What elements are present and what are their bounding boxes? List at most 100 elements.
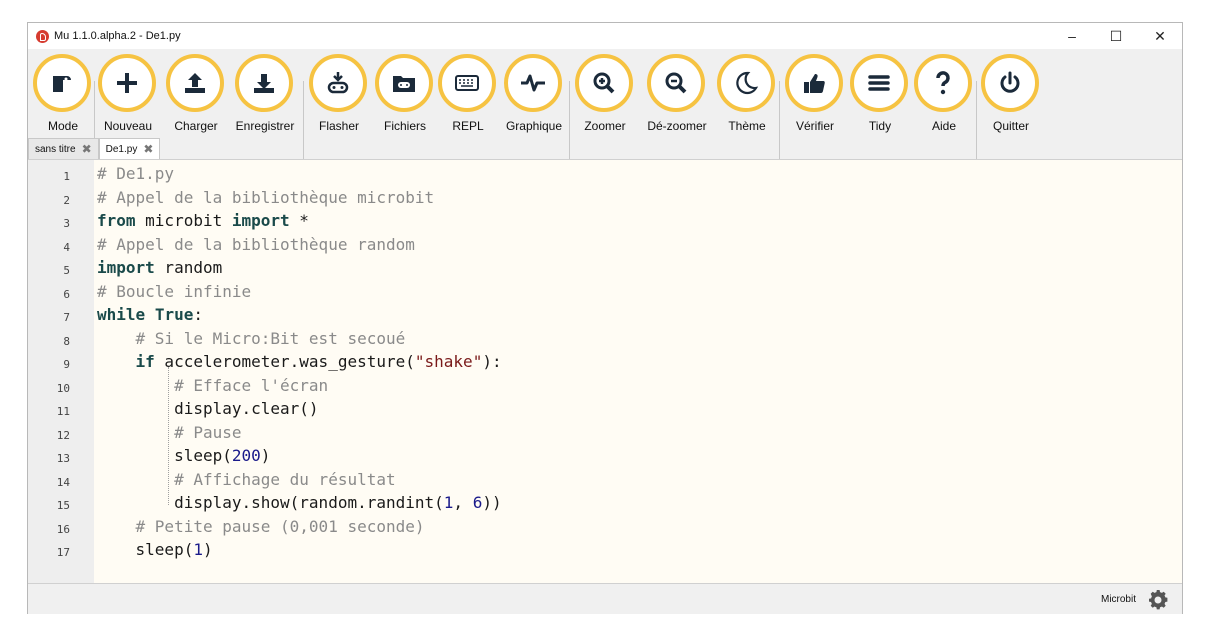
code-line[interactable]: 10 # Efface l'écran (28, 376, 1182, 399)
code-token: "shake" (414, 352, 483, 371)
files-icon (375, 54, 433, 112)
code-line[interactable]: 14 # Affichage du résultat (28, 470, 1182, 493)
code-text: sleep(1) (97, 540, 213, 559)
toolbar-separator (569, 81, 570, 161)
tab-bar: sans titre ✖ De1.py ✖ (28, 138, 161, 159)
code-token: random (154, 258, 223, 277)
code-text: if accelerometer.was_gesture("shake"): (97, 352, 502, 371)
close-window-button[interactable]: ✕ (1138, 23, 1182, 49)
toolbar-download-button[interactable]: Enregistrer (235, 52, 295, 142)
tab-label: sans titre (35, 143, 76, 155)
code-token: # Appel de la bibliothèque microbit (97, 187, 435, 207)
gear-icon[interactable] (1146, 588, 1170, 612)
toolbar-separator (303, 81, 304, 161)
line-number: 5 (63, 264, 70, 277)
line-number: 10 (56, 381, 70, 395)
code-text: # Appel de la bibliothèque random (97, 235, 415, 254)
line-number: 15 (56, 499, 70, 512)
window-title: Mu 1.1.0.alpha.2 - De1.py (54, 30, 181, 42)
status-bar: Microbit (28, 583, 1182, 614)
zoom-out-icon (647, 54, 705, 112)
code-token: 1 (443, 493, 454, 512)
line-number: 1 (63, 170, 70, 183)
code-text: # Petite pause (0,001 seconde) (97, 517, 425, 536)
code-line[interactable]: 17 sleep(1) (28, 540, 1182, 563)
code-text: sleep(200) (97, 446, 270, 465)
tidy-icon (850, 54, 908, 112)
code-line[interactable]: 15 display.show(random.randint(1, 6)) (28, 493, 1182, 516)
code-token: # Boucle infinie (97, 281, 252, 301)
code-line[interactable]: 2 # Appel de la bibliothèque microbit (28, 188, 1182, 211)
code-line[interactable]: 12 # Pause (28, 423, 1182, 446)
code-token: # Petite pause (0,001 seconde) (135, 516, 425, 536)
code-line[interactable]: 5 import random (28, 258, 1182, 281)
code-text: display.show(random.randint(1, 6)) (97, 493, 502, 512)
code-text: # Boucle infinie (97, 282, 251, 301)
code-text: # Affichage du résultat (97, 470, 396, 489)
line-number: 12 (56, 428, 70, 442)
code-token: )) (482, 493, 502, 512)
line-number: 13 (56, 452, 70, 465)
code-token: from (97, 211, 136, 230)
maximize-icon: ☐ (1109, 27, 1123, 44)
mu-app-icon (36, 29, 49, 43)
current-mode-label[interactable]: Microbit (1101, 594, 1136, 605)
line-number: 17 (56, 546, 70, 559)
code-token: , (453, 493, 473, 512)
code-line[interactable]: 1 # De1.py (28, 164, 1182, 187)
tab-label: De1.py (105, 143, 138, 155)
toolbar-power-button[interactable]: Quitter (981, 52, 1041, 142)
code-token: microbit (135, 211, 232, 230)
code-token: # Efface l'écran (174, 375, 329, 395)
toolbar-separator (976, 81, 977, 161)
code-text: # Si le Micro:Bit est secoué (97, 329, 406, 348)
code-line[interactable]: 9 if accelerometer.was_gesture("shake"): (28, 352, 1182, 375)
plus-icon (98, 54, 156, 112)
mu-editor-window: Mu 1.1.0.alpha.2 - De1.py – ☐ ✕ Mode Nouv… (27, 22, 1183, 614)
close-tab-icon[interactable]: ✖ (82, 142, 92, 156)
code-token: ) (260, 446, 271, 465)
thumbs-up-icon (785, 54, 843, 112)
help-icon (914, 54, 972, 112)
code-line[interactable]: 3 from microbit import * (28, 211, 1182, 234)
editor-tab[interactable]: sans titre ✖ (28, 138, 99, 159)
code-line[interactable]: 13 sleep(200) (28, 446, 1182, 469)
download-icon (235, 54, 293, 112)
code-token: : (193, 305, 203, 324)
code-line[interactable]: 8 # Si le Micro:Bit est secoué (28, 329, 1182, 352)
code-text: from microbit import * (97, 211, 309, 230)
code-token: # Pause (174, 422, 242, 442)
maximize-button[interactable]: ☐ (1094, 23, 1138, 49)
close-icon: ✕ (1154, 27, 1166, 44)
code-line[interactable]: 6 # Boucle infinie (28, 282, 1182, 305)
code-token: 1 (193, 540, 203, 559)
toolbar-zoom-in-button[interactable]: Zoomer (575, 52, 635, 142)
code-token: True (154, 305, 194, 324)
title-bar: Mu 1.1.0.alpha.2 - De1.py – ☐ ✕ (28, 23, 1182, 49)
line-number: 9 (63, 358, 70, 371)
code-token: ) (202, 540, 213, 559)
close-tab-icon[interactable]: ✖ (143, 142, 153, 156)
code-token: accelerometer.was_gesture( (154, 352, 415, 371)
upload-icon (166, 54, 224, 112)
line-number: 4 (63, 240, 70, 254)
code-token: import (231, 211, 290, 230)
code-line[interactable]: 4 # Appel de la bibliothèque random (28, 235, 1182, 258)
code-text: display.clear() (97, 399, 319, 418)
code-line[interactable]: 16 # Petite pause (0,001 seconde) (28, 517, 1182, 540)
code-editor[interactable]: 1 # De1.py 2 # Appel de la bibliothèque mic… (28, 159, 1182, 583)
code-token: 6 (472, 493, 483, 512)
code-token: # Affichage du résultat (174, 469, 396, 489)
code-line[interactable]: 7 while True: (28, 305, 1182, 328)
flash-icon (309, 54, 367, 112)
editor-tab[interactable]: De1.py ✖ (98, 138, 161, 159)
minimize-button[interactable]: – (1050, 23, 1094, 49)
code-text: # Efface l'écran (97, 376, 328, 395)
mode-icon (33, 54, 91, 112)
code-line[interactable]: 11 display.clear() (28, 399, 1182, 422)
